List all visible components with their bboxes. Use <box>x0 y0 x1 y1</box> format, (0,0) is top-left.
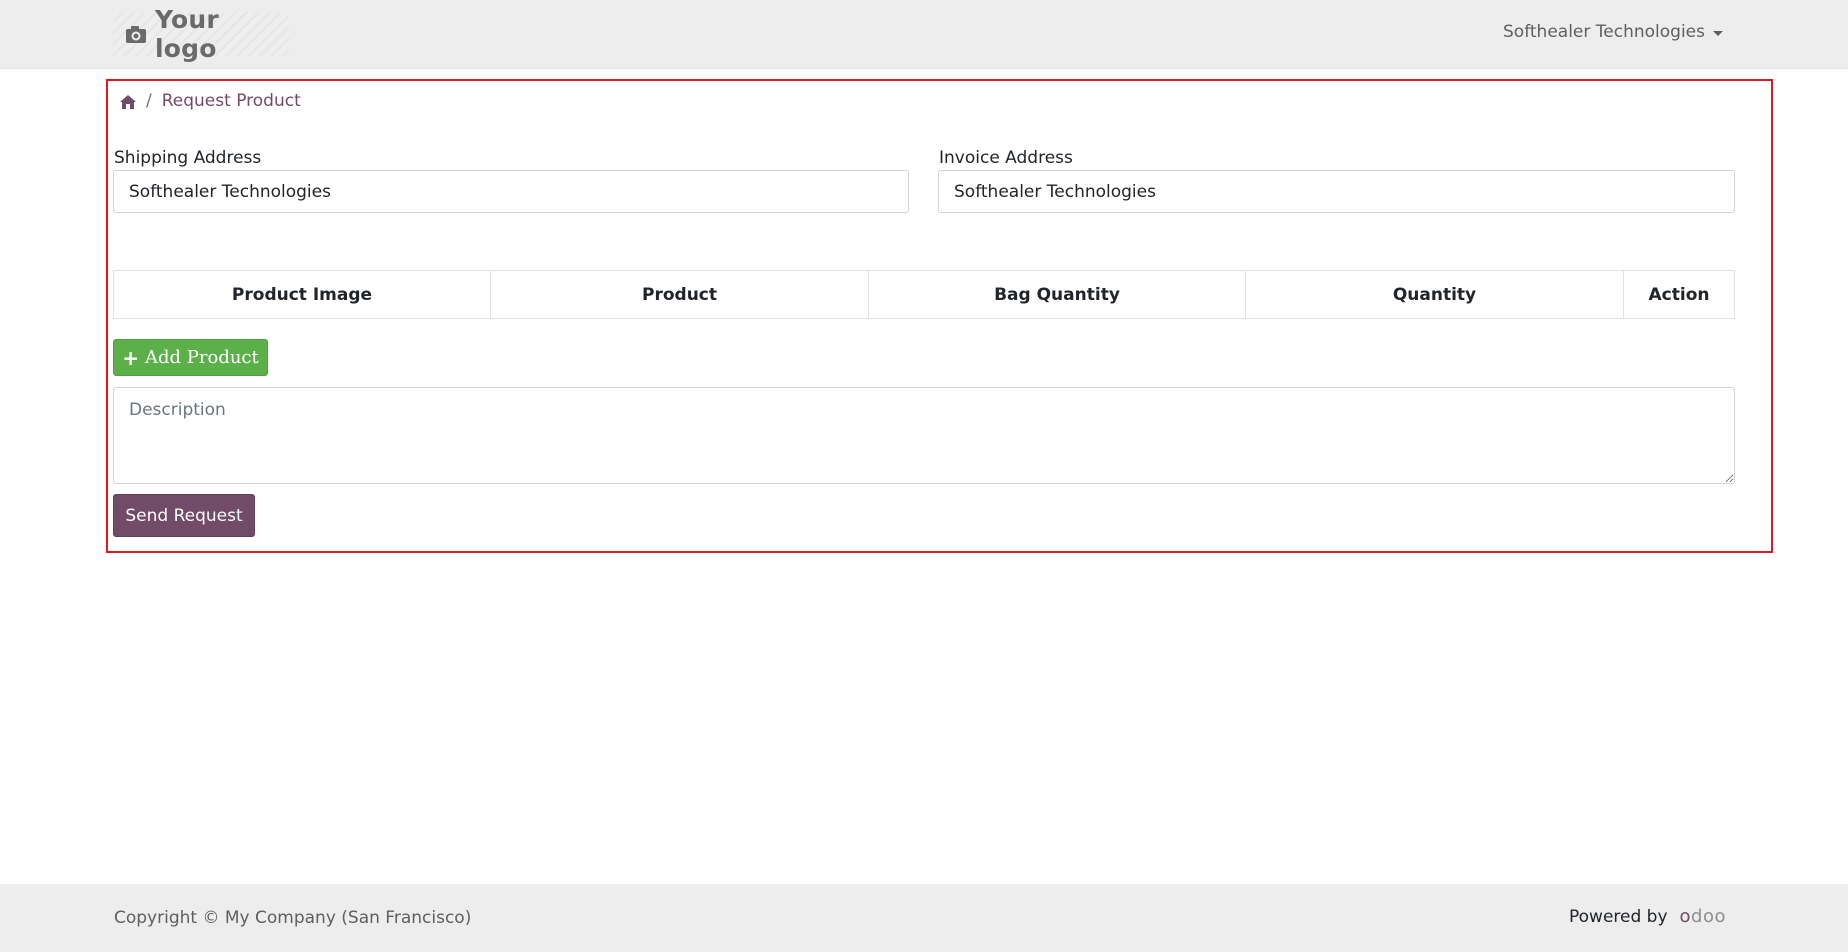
breadcrumb: / Request Product <box>120 89 301 113</box>
product-table: Product Image Product Bag Quantity Quant… <box>113 270 1735 319</box>
add-product-button[interactable]: + Add Product <box>113 339 268 376</box>
breadcrumb-current: Request Product <box>161 91 301 111</box>
col-header-bag-quantity: Bag Quantity <box>868 270 1246 319</box>
caret-down-icon <box>1713 30 1723 36</box>
odoo-logo[interactable]: odoo <box>1680 906 1726 927</box>
plus-icon: + <box>122 345 139 370</box>
col-header-product: Product <box>490 270 869 319</box>
odoo-logo-first: o <box>1679 906 1692 927</box>
send-request-button[interactable]: Send Request <box>113 494 255 537</box>
odoo-logo-rest: doo <box>1691 906 1726 927</box>
footer: Copyright © My Company (San Francisco) P… <box>0 884 1848 952</box>
powered-by: Powered by odoo <box>1569 906 1726 927</box>
col-header-quantity: Quantity <box>1245 270 1624 319</box>
top-navbar: Your logo Softhealer Technologies <box>0 0 1848 69</box>
company-dropdown[interactable]: Softhealer Technologies <box>1503 22 1723 42</box>
description-textarea[interactable] <box>113 387 1735 484</box>
col-header-product-image: Product Image <box>113 270 491 319</box>
home-icon[interactable] <box>120 94 136 109</box>
camera-icon <box>125 24 147 44</box>
product-table-header-row: Product Image Product Bag Quantity Quant… <box>113 270 1735 319</box>
copyright-text: Copyright © My Company (San Francisco) <box>114 908 472 928</box>
breadcrumb-separator: / <box>146 91 152 111</box>
col-header-action: Action <box>1623 270 1735 319</box>
add-product-label: Add Product <box>145 347 259 368</box>
invoice-address-input[interactable] <box>938 170 1735 213</box>
shipping-address-label: Shipping Address <box>114 148 262 168</box>
company-logo[interactable]: Your logo <box>113 5 289 63</box>
invoice-address-label: Invoice Address <box>939 148 1073 168</box>
company-dropdown-label: Softhealer Technologies <box>1503 22 1705 42</box>
logo-text: Your logo <box>155 5 219 63</box>
shipping-address-input[interactable] <box>113 170 909 213</box>
powered-by-label: Powered by <box>1569 906 1668 927</box>
